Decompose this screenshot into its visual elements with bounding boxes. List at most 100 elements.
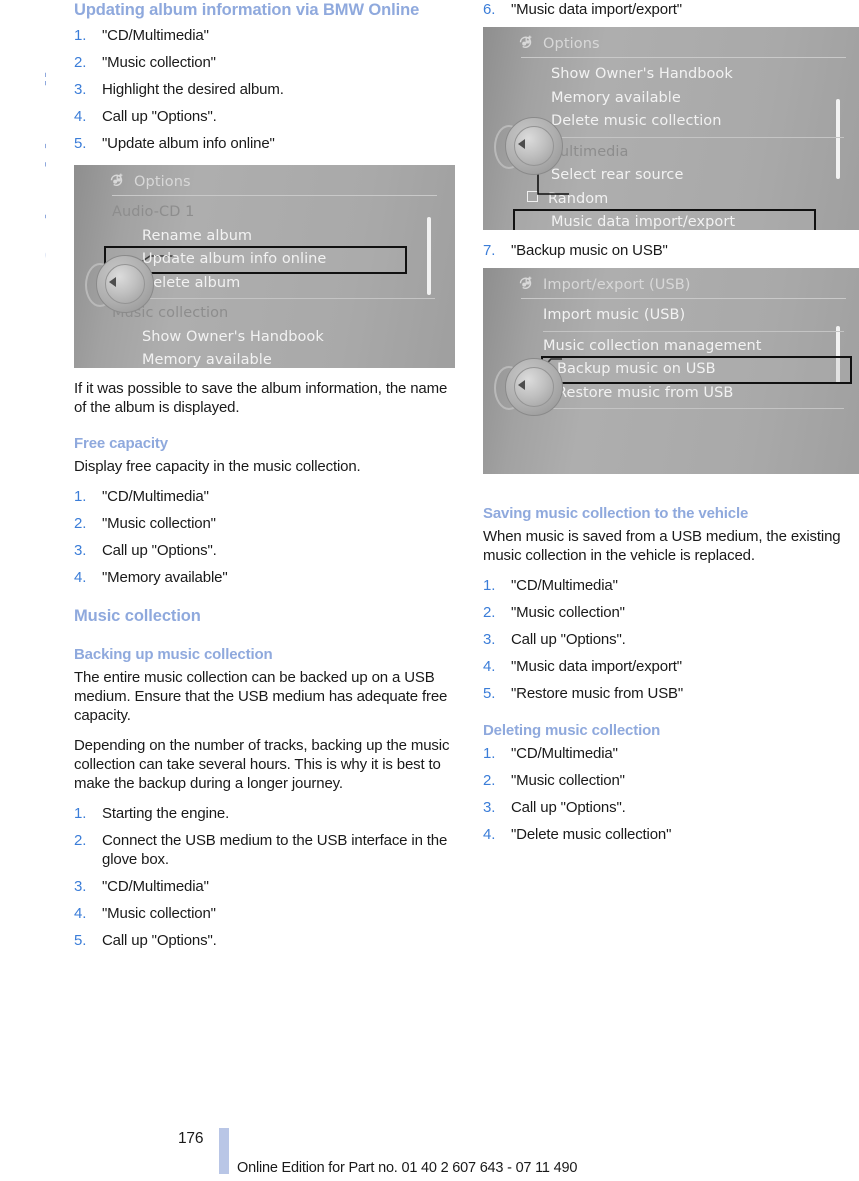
list-item: 5. Call up "Options". bbox=[74, 931, 455, 950]
step-number: 4. bbox=[74, 569, 87, 587]
menu-list: Show Owner's Handbook Memory available D… bbox=[513, 63, 844, 231]
step-text: "CD/Multimedia" bbox=[511, 577, 618, 595]
step-number: 4. bbox=[74, 107, 87, 125]
list-item: 3. Highlight the desired album. bbox=[74, 80, 455, 99]
step-number: 2. bbox=[74, 832, 87, 850]
knob-left-arrow-icon bbox=[518, 139, 525, 150]
step-number: 1. bbox=[74, 26, 87, 44]
right-column: 6. "Music data import/export" Options Sh… bbox=[483, 0, 859, 856]
menu-item-backup-music-on-usb[interactable]: Backup music on USB bbox=[541, 356, 852, 384]
step-text: "Music data import/export" bbox=[511, 658, 682, 676]
music-note-plus-icon bbox=[108, 171, 125, 192]
list-item: 1. "CD/Multimedia" bbox=[483, 744, 859, 763]
menu-item-audio-cd-1[interactable]: Audio-CD 1 bbox=[112, 201, 435, 225]
screen-header: Options bbox=[108, 171, 191, 192]
steps-saving: 1. "CD/Multimedia" 2. "Music collection" 3… bbox=[483, 576, 859, 703]
screen-title: Options bbox=[134, 173, 191, 190]
menu-item-select-rear-source[interactable]: Select rear source bbox=[551, 164, 844, 188]
menu-item-music-collection-management[interactable]: Music collection management bbox=[543, 335, 844, 359]
step-number: 3. bbox=[74, 878, 87, 896]
chapter-tab-label: CD/multimedia bbox=[39, 53, 46, 267]
menu-item-delete-album[interactable]: Delete album bbox=[142, 272, 435, 296]
menu-item-show-owners-handbook[interactable]: Show Owner's Handbook bbox=[551, 63, 844, 87]
list-item: 2. "Music collection" bbox=[483, 603, 859, 622]
heading-saving-music-collection: Saving music collection to the vehicle bbox=[483, 505, 749, 523]
step-text: "Restore music from USB" bbox=[511, 685, 684, 703]
chapter-tab: CD/multimedia bbox=[0, 0, 46, 330]
list-item: 2. "Music collection" bbox=[74, 514, 455, 533]
steps-continued-6: 6. "Music data import/export" bbox=[483, 0, 859, 19]
menu-item-show-owners-handbook[interactable]: Show Owner's Handbook bbox=[142, 326, 435, 350]
music-note-plus-icon bbox=[517, 33, 534, 54]
step-text: "Music data import/export" bbox=[511, 1, 682, 18]
step-number: 5. bbox=[74, 932, 87, 950]
step-text: "CD/Multimedia" bbox=[102, 26, 209, 44]
music-note-plus-icon bbox=[517, 274, 534, 295]
list-item: 4. "Memory available" bbox=[74, 568, 455, 587]
heading-deleting-music-collection: Deleting music collection bbox=[483, 722, 661, 740]
screen-title: Import/export (USB) bbox=[543, 276, 691, 293]
step-text: Call up "Options". bbox=[102, 107, 217, 125]
step-text: "Music collection" bbox=[102, 53, 216, 71]
menu-list: Audio-CD 1 Rename album Update album inf… bbox=[104, 201, 435, 368]
step-text: Call up "Options". bbox=[102, 542, 217, 560]
header-divider bbox=[521, 57, 846, 59]
idrive-controller-knob[interactable] bbox=[85, 255, 154, 314]
paragraph-free-capacity: Display free capacity in the music colle… bbox=[74, 458, 361, 475]
header-divider bbox=[521, 298, 846, 300]
menu-list: Import music (USB) Music collection mana… bbox=[541, 304, 852, 412]
list-item: 1. "CD/Multimedia" bbox=[74, 487, 455, 506]
heading-updating-album-info: Updating album information via BMW Onlin… bbox=[74, 1, 420, 19]
list-item: 4. Call up "Options". bbox=[74, 107, 455, 126]
list-item: 1. Starting the engine. bbox=[74, 804, 455, 823]
step-text: Connect the USB medium to the USB interf… bbox=[102, 832, 448, 869]
step-text: "Music collection" bbox=[102, 515, 216, 533]
step-text: "Music collection" bbox=[511, 772, 625, 790]
steps-deleting: 1. "CD/Multimedia" 2. "Music collection" 3… bbox=[483, 744, 859, 844]
list-item: 4. "Music data import/export" bbox=[483, 657, 859, 676]
footer-accent-bar bbox=[219, 1128, 229, 1174]
list-item: 5. "Restore music from USB" bbox=[483, 684, 859, 703]
step-number: 1. bbox=[483, 745, 496, 763]
step-number: 3. bbox=[74, 542, 87, 560]
menu-item-memory-available[interactable]: Memory available bbox=[551, 87, 844, 111]
menu-item-import-music-usb[interactable]: Import music (USB) bbox=[543, 304, 844, 328]
menu-divider bbox=[543, 330, 844, 332]
list-item: 4. "Music collection" bbox=[74, 904, 455, 923]
menu-item-delete-music-collection[interactable]: Delete music collection bbox=[551, 110, 844, 134]
knob-left-arrow-icon bbox=[518, 380, 525, 391]
step-number: 4. bbox=[483, 826, 496, 844]
menu-item-restore-music-from-usb[interactable]: Restore music from USB bbox=[543, 382, 844, 406]
menu-item-memory-available[interactable]: Memory available bbox=[142, 349, 435, 368]
list-item: 3. Call up "Options". bbox=[483, 630, 859, 649]
step-text: Call up "Options". bbox=[511, 799, 626, 817]
step-text: "Update album info online" bbox=[102, 134, 275, 152]
step-text: Call up "Options". bbox=[102, 932, 217, 950]
idrive-controller-knob[interactable] bbox=[494, 117, 563, 176]
menu-item-music-data-import-export[interactable]: Music data import/export bbox=[513, 209, 816, 231]
menu-item-rename-album[interactable]: Rename album bbox=[142, 225, 435, 249]
step-text: "Memory available" bbox=[102, 569, 228, 587]
menu-item-random[interactable]: Random bbox=[527, 188, 844, 212]
menu-divider bbox=[112, 298, 435, 300]
figure-idrive-options-album: Options Audio-CD 1 Rename album Update a… bbox=[74, 165, 455, 369]
steps-continued-7: 7. "Backup music on USB" bbox=[483, 241, 859, 260]
step-text: "CD/Multimedia" bbox=[102, 878, 209, 896]
paragraph-backup-2: Depending on the number of tracks, backi… bbox=[74, 737, 450, 793]
step-number: 2. bbox=[74, 53, 87, 71]
menu-item-music-collection[interactable]: Music collection bbox=[112, 302, 435, 326]
step-number: 6. bbox=[483, 1, 496, 18]
step-text: "CD/Multimedia" bbox=[102, 488, 209, 506]
step-text: Starting the engine. bbox=[102, 805, 230, 823]
step-text: "Music collection" bbox=[511, 604, 625, 622]
list-item: 1. "CD/Multimedia" bbox=[483, 576, 859, 595]
step-number: 3. bbox=[483, 799, 496, 817]
step-number: 4. bbox=[483, 658, 496, 676]
list-item: 4. "Delete music collection" bbox=[483, 825, 859, 844]
idrive-controller-knob[interactable] bbox=[494, 358, 563, 417]
step-number: 1. bbox=[74, 488, 87, 506]
page-number: 176 bbox=[178, 1130, 204, 1147]
list-item: 1. "CD/Multimedia" bbox=[74, 26, 455, 45]
steps-backup: 1. Starting the engine. 2. Connect the USB… bbox=[74, 804, 455, 950]
heading-free-capacity: Free capacity bbox=[74, 435, 168, 453]
